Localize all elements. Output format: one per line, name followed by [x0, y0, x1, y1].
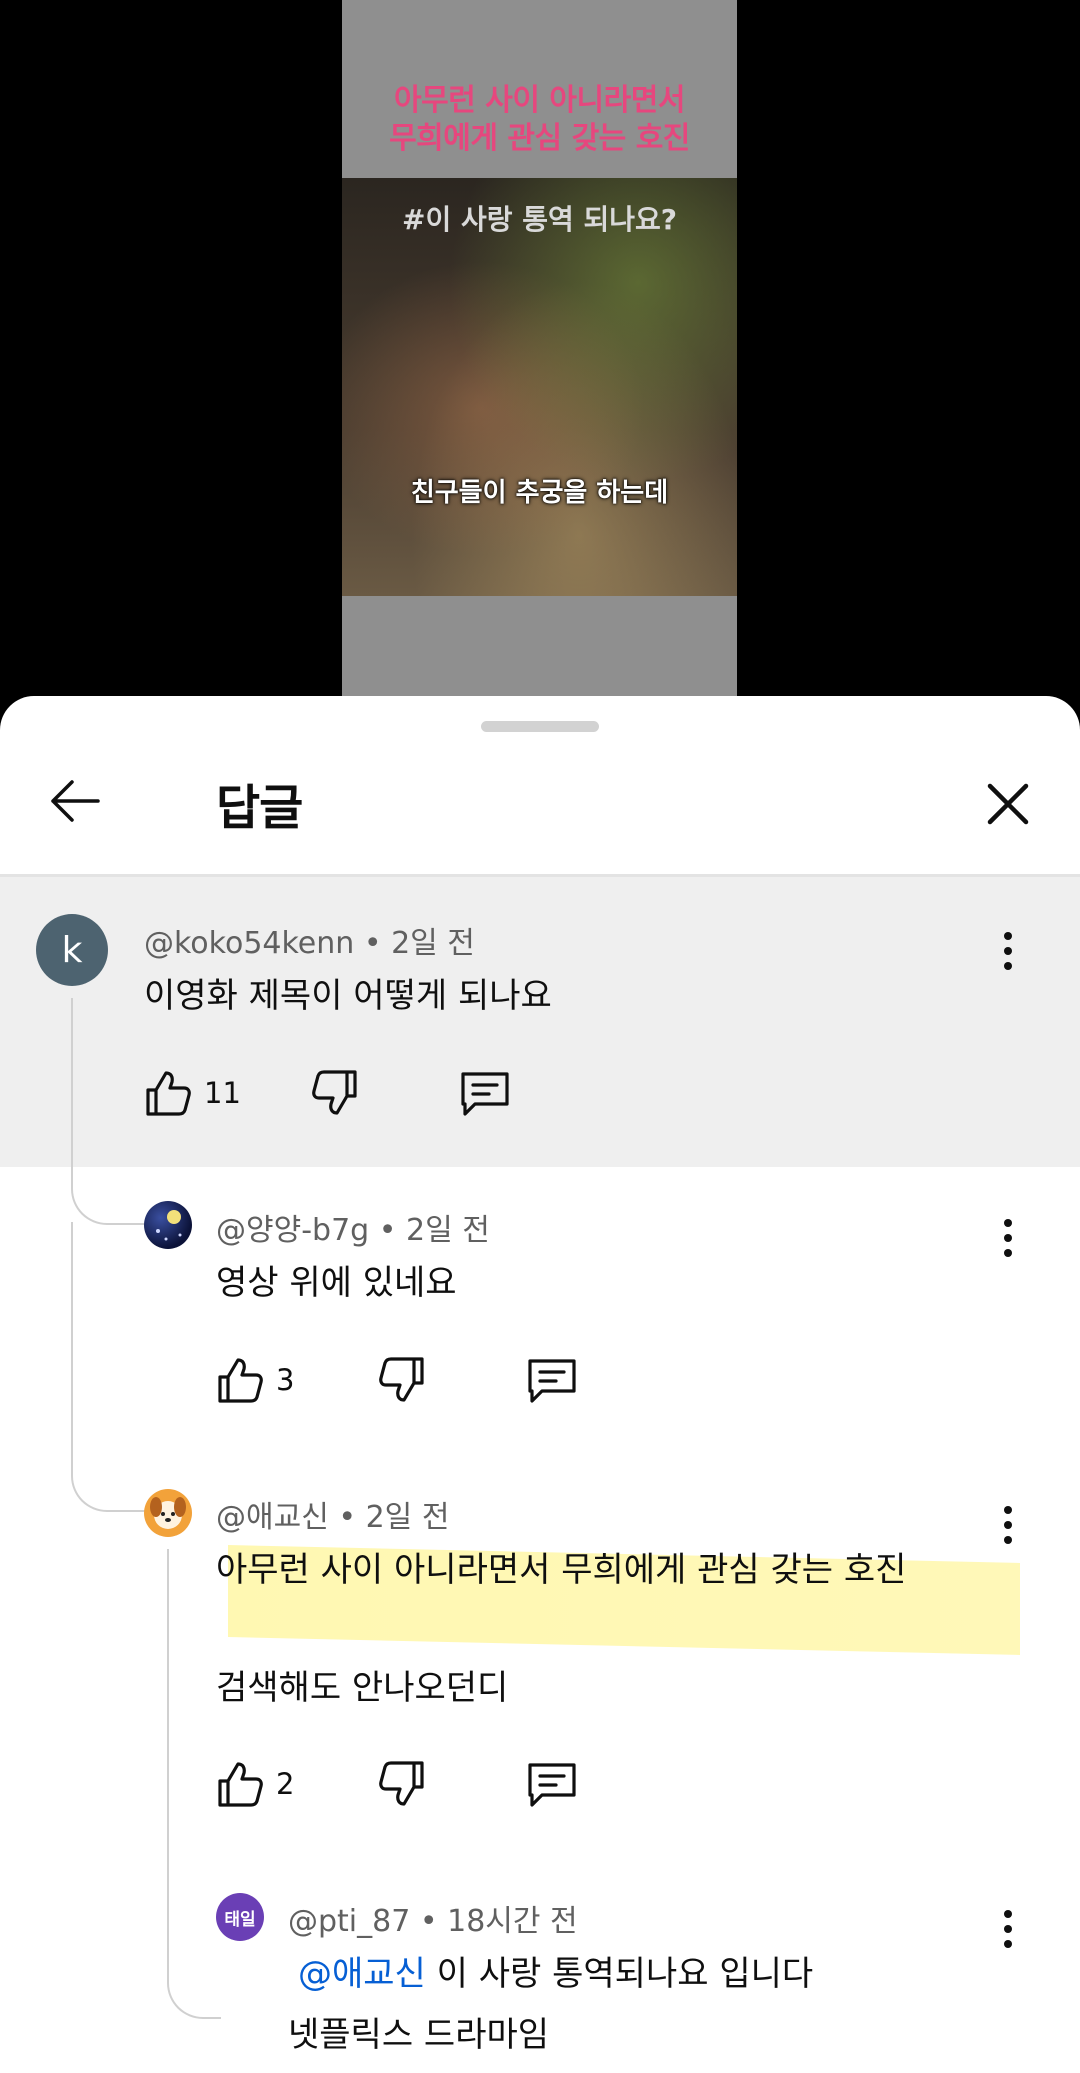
close-icon [987, 783, 1029, 825]
dislike-button[interactable] [378, 1355, 428, 1405]
thumbs-down-icon [312, 1070, 357, 1115]
comment-time: 2일 전 [405, 1213, 490, 1248]
video-title-line-1: 아무런 사이 아니라면서 [394, 83, 685, 118]
avatar[interactable]: 태일 [216, 1893, 264, 1941]
dog-avatar-icon [150, 1497, 186, 1529]
thumbs-up-icon [218, 1762, 263, 1807]
dot [1004, 962, 1012, 970]
avatar[interactable] [144, 1489, 192, 1537]
reply-button[interactable] [526, 1759, 578, 1809]
dot [1004, 1940, 1012, 1948]
drag-handle[interactable] [481, 721, 599, 732]
video-subtitle: 친구들이 추궁을 하는데 [410, 478, 669, 508]
mention-link[interactable]: @애교신 [298, 1954, 426, 1994]
video-player[interactable]: 아무런 사이 아니라면서 무희에게 관심 갖는 호진 #이 사랑 통역 되나요?… [342, 0, 737, 700]
dot [1004, 1536, 1012, 1544]
comment-icon [528, 1763, 577, 1807]
comment-actions: 2 [214, 1754, 578, 1814]
comment-text-line-2: 검색해도 안나오던디 [216, 1668, 509, 1708]
avatar[interactable] [144, 1201, 192, 1249]
comment-meta: @pti_87 • 18시간 전 [288, 1896, 578, 1940]
comment-icon [528, 1359, 577, 1403]
like-button[interactable]: 3 [214, 1355, 294, 1405]
like-button[interactable]: 11 [142, 1068, 241, 1118]
dot [1004, 932, 1012, 940]
avatar-text: 태일 [224, 1909, 256, 1930]
comment-icon [461, 1072, 509, 1116]
comment-text: 이영화 제목이 어떻게 되나요 [144, 976, 552, 1016]
comment-actions: 3 [214, 1350, 578, 1410]
sheet-title: 답글 [216, 780, 303, 836]
comment-author[interactable]: @애교신 [216, 1500, 329, 1535]
dislike-button[interactable] [311, 1068, 361, 1118]
comment-text-line-1: @애교신 이 사랑 통역되나요 입니다 [298, 1952, 813, 1996]
video-title-line-2: 무희에게 관심 갖는 호진 [389, 121, 690, 156]
video-frame-image: #이 사랑 통역 되나요? 친구들이 추궁을 하는데 [342, 178, 737, 596]
meta-separator: • [369, 1213, 406, 1248]
comment-time: 18시간 전 [447, 1904, 578, 1939]
like-count: 11 [204, 1076, 241, 1110]
reply-button[interactable] [459, 1068, 511, 1118]
like-count: 3 [276, 1363, 295, 1397]
arrow-left-icon [51, 780, 100, 822]
meta-separator: • [410, 1904, 448, 1939]
thread-connector [167, 1549, 221, 2019]
comment-text-rest: 이 사랑 통역되나요 입니다 [425, 1954, 814, 1994]
back-button[interactable] [40, 776, 110, 826]
more-options-button[interactable] [988, 1899, 1028, 1959]
comment-text: 영상 위에 있네요 [216, 1263, 457, 1303]
dot [1004, 1234, 1012, 1242]
avatar[interactable]: k [36, 914, 108, 986]
meta-separator: • [354, 926, 392, 961]
comment-author[interactable]: @koko54kenn [144, 926, 354, 961]
night-sky-avatar-icon [156, 1210, 182, 1241]
like-button[interactable]: 2 [214, 1759, 294, 1809]
dot [1004, 1219, 1012, 1227]
thumbs-down-icon [379, 1761, 425, 1806]
thread-connector [71, 998, 147, 1225]
close-button[interactable] [978, 776, 1038, 832]
thumbs-up-icon [218, 1358, 263, 1403]
meta-separator: • [328, 1500, 366, 1535]
comment-text-line-1: 아무런 사이 아니라면서 무희에게 관심 갖는 호진 [216, 1550, 907, 1590]
comment-author[interactable]: @pti_87 [288, 1904, 410, 1939]
like-count: 2 [276, 1767, 295, 1801]
dot [1004, 947, 1012, 955]
comment-meta: @애교신 • 2일 전 [216, 1492, 449, 1536]
more-options-button[interactable] [988, 1495, 1028, 1555]
thread-connector [71, 1222, 147, 1512]
comment-meta: @양양-b7g • 2일 전 [216, 1205, 490, 1249]
avatar-letter: k [61, 929, 83, 971]
dot [1004, 1249, 1012, 1257]
dot [1004, 1506, 1012, 1514]
more-options-button[interactable] [988, 1208, 1028, 1268]
comment-meta: @koko54kenn • 2일 전 [144, 918, 475, 962]
dot [1004, 1925, 1012, 1933]
video-hashtag: #이 사랑 통역 되나요? [401, 203, 678, 236]
comment-actions: 11 [142, 1063, 511, 1123]
comment-time: 2일 전 [391, 926, 475, 961]
dot [1004, 1910, 1012, 1918]
video-title-overlay: 아무런 사이 아니라면서 무희에게 관심 갖는 호진 [342, 82, 737, 158]
more-options-button[interactable] [988, 921, 1028, 981]
dislike-button[interactable] [378, 1759, 428, 1809]
comment-author[interactable]: @양양-b7g [216, 1213, 369, 1248]
thumbs-down-icon [379, 1357, 425, 1402]
comment-time: 2일 전 [365, 1500, 450, 1535]
thumbs-up-icon [146, 1071, 191, 1116]
reply-button[interactable] [526, 1355, 578, 1405]
comment-text-line-2: 넷플릭스 드라마임 [288, 2015, 550, 2055]
dot [1004, 1521, 1012, 1529]
